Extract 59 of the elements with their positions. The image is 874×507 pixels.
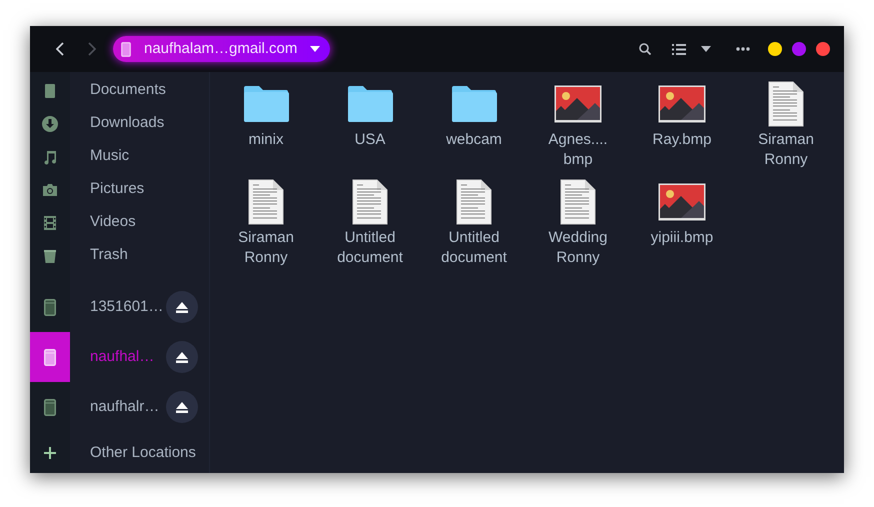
plus-icon <box>44 447 56 459</box>
folder-icon <box>451 85 497 123</box>
eject-button[interactable] <box>166 391 198 423</box>
file-item[interactable]: webcam <box>422 80 526 178</box>
text-document-icon <box>560 179 596 225</box>
location-button[interactable]: naufhalam…gmail.com <box>113 36 330 62</box>
sidebar-device-item[interactable]: naufhalr… <box>30 382 209 432</box>
close-button[interactable] <box>816 42 830 56</box>
file-item[interactable]: Untitled document <box>318 178 422 276</box>
sidebar-item[interactable]: Other Locations <box>30 436 209 470</box>
file-item[interactable]: minix <box>214 80 318 178</box>
eject-icon <box>176 352 188 362</box>
image-icon <box>554 85 602 123</box>
chevron-left-icon <box>56 42 64 56</box>
folder-icon <box>347 85 393 123</box>
sidebar-item[interactable]: Videos <box>30 206 209 239</box>
image-icon <box>658 85 706 123</box>
drive-icon <box>44 298 56 316</box>
text-document-icon <box>456 179 492 225</box>
file-item[interactable]: Siraman Ronny <box>734 80 838 178</box>
file-item[interactable]: Ray.bmp <box>630 80 734 178</box>
file-item[interactable]: USA <box>318 80 422 178</box>
film-icon <box>42 214 58 230</box>
camera-icon <box>42 182 58 198</box>
file-item[interactable]: Wedding Ronny <box>526 178 630 276</box>
minimize-button[interactable] <box>768 42 782 56</box>
file-item[interactable]: yipiii.bmp <box>630 178 734 276</box>
drive-icon <box>121 42 131 56</box>
drive-icon <box>44 348 56 366</box>
eject-button[interactable] <box>166 341 198 373</box>
sidebar-item[interactable]: Documents <box>30 74 209 107</box>
maximize-button[interactable] <box>792 42 806 56</box>
document-icon <box>42 82 58 98</box>
sidebar-device-item[interactable]: 1351601… <box>30 282 209 332</box>
file-item[interactable]: Siraman Ronny <box>214 178 318 276</box>
folder-icon <box>243 85 289 123</box>
file-item[interactable]: Agnes.... bmp <box>526 80 630 178</box>
music-note-icon <box>42 148 58 164</box>
download-icon <box>42 116 58 132</box>
more-icon <box>736 47 750 51</box>
text-document-icon <box>768 81 804 127</box>
list-icon <box>672 44 686 54</box>
eject-icon <box>176 302 188 312</box>
text-document-icon <box>248 179 284 225</box>
eject-icon <box>176 402 188 412</box>
sidebar-item[interactable]: Downloads <box>30 107 209 140</box>
text-document-icon <box>352 179 388 225</box>
caret-down-icon <box>310 46 320 52</box>
trash-icon <box>42 248 58 264</box>
caret-down-icon <box>701 46 711 52</box>
file-item[interactable]: Untitled document <box>422 178 526 276</box>
chevron-right-icon <box>88 42 96 56</box>
search-icon <box>639 43 651 55</box>
eject-button[interactable] <box>166 291 198 323</box>
sidebar-item[interactable]: Pictures <box>30 173 209 206</box>
drive-icon <box>44 398 56 416</box>
sidebar-item[interactable]: Music <box>30 140 209 173</box>
image-icon <box>658 183 706 221</box>
sidebar-item[interactable]: Trash <box>30 239 209 272</box>
